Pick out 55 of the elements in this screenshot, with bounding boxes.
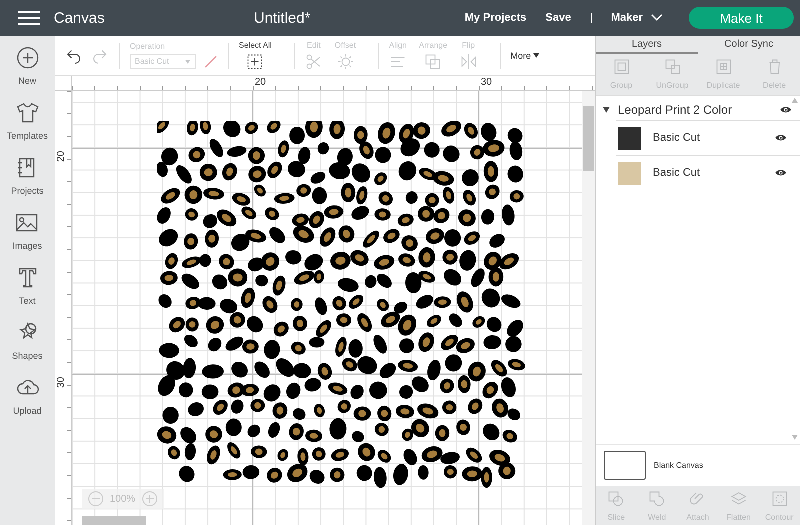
ruler-label: 30 bbox=[56, 377, 67, 388]
layer-row[interactable]: Basic Cut bbox=[616, 155, 800, 190]
flip-icon bbox=[460, 52, 478, 70]
toolbar-button[interactable]: Select All bbox=[239, 40, 272, 70]
caret-icon bbox=[185, 60, 191, 64]
contour-icon bbox=[770, 490, 789, 508]
zoom-level: 100% bbox=[110, 494, 136, 504]
operation-label: Operation bbox=[130, 42, 166, 51]
sun-icon bbox=[336, 52, 354, 70]
ruler-label: 20 bbox=[255, 77, 266, 88]
eye-icon[interactable] bbox=[775, 134, 787, 142]
sidebar-item[interactable]: Images bbox=[12, 211, 42, 251]
duplicate-icon bbox=[714, 58, 732, 76]
select-all-icon bbox=[246, 52, 264, 70]
sidebar-item[interactable]: Text bbox=[16, 266, 40, 306]
pen-line-icon bbox=[204, 54, 218, 68]
panel-tab[interactable]: Color Sync bbox=[698, 36, 800, 54]
slice-icon bbox=[607, 490, 626, 508]
sidebar-item[interactable]: New bbox=[16, 46, 40, 86]
chevron-down-icon[interactable] bbox=[651, 14, 663, 22]
weld-icon bbox=[648, 490, 666, 508]
app-name: Canvas bbox=[54, 10, 106, 26]
eye-icon[interactable] bbox=[775, 169, 787, 177]
layer-name: Basic Cut bbox=[653, 132, 702, 144]
document-title: Untitled* bbox=[254, 10, 312, 26]
t-shirt-icon bbox=[16, 101, 40, 125]
blank-canvas-swatch[interactable] bbox=[604, 451, 646, 480]
caret-icon bbox=[533, 53, 540, 58]
layer-group-name[interactable]: Leopard Print 2 Color bbox=[618, 103, 780, 117]
layer-name: Basic Cut bbox=[653, 167, 702, 179]
sidebar-item[interactable]: Upload bbox=[13, 376, 42, 416]
header-link[interactable]: My Projects bbox=[464, 12, 527, 24]
ruler-label: 20 bbox=[56, 151, 67, 162]
machine-selector[interactable]: Maker bbox=[611, 12, 643, 24]
sidebar-item[interactable]: Shapes bbox=[12, 321, 43, 361]
ungroup-icon bbox=[664, 58, 682, 76]
sidebar-item[interactable]: Projects bbox=[11, 156, 44, 196]
header-link[interactable]: Save bbox=[546, 12, 572, 24]
blank-canvas-label: Blank Canvas bbox=[654, 461, 704, 470]
ruler-label: 30 bbox=[481, 77, 492, 88]
layer-row[interactable]: Basic Cut bbox=[616, 120, 800, 155]
collapse-triangle-icon[interactable] bbox=[603, 107, 610, 113]
menu-icon[interactable] bbox=[18, 10, 40, 26]
eye-icon[interactable] bbox=[780, 106, 792, 114]
make-it-button[interactable]: Make It bbox=[689, 7, 794, 29]
plus-circle-icon bbox=[16, 46, 40, 70]
more-menu[interactable]: More bbox=[510, 50, 540, 60]
group-icon bbox=[612, 58, 630, 76]
vertical-scrollbar-thumb[interactable] bbox=[583, 106, 594, 171]
separator: | bbox=[590, 12, 594, 24]
scissors-icon bbox=[304, 52, 323, 70]
arrange-icon bbox=[424, 52, 442, 70]
horizontal-scrollbar-thumb[interactable] bbox=[82, 516, 146, 525]
sidebar-item[interactable]: Templates bbox=[6, 101, 48, 141]
leopard-print-drawing[interactable] bbox=[157, 121, 525, 488]
